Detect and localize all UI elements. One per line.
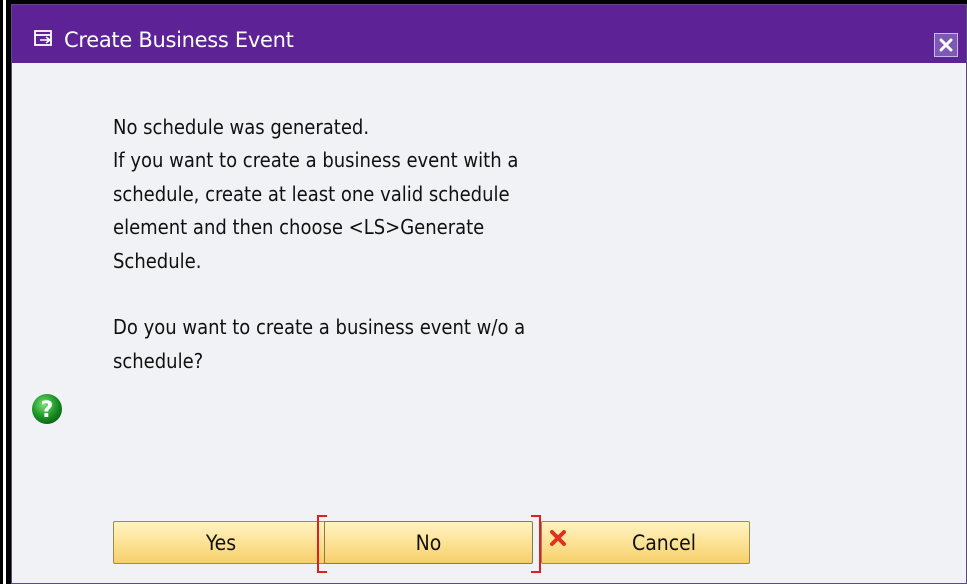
message-line: No schedule was generated. [113,115,370,139]
red-x-icon [549,528,567,546]
message-line: Schedule. [113,248,202,273]
create-business-event-dialog: Create Business Event No schedule was ge… [11,4,967,584]
message-line: schedule, create at least one valid sche… [113,181,510,206]
background-window-border [0,0,11,584]
dialog-window-icon [34,30,54,48]
no-button-label: No [415,530,442,555]
dialog-title: Create Business Event [64,28,294,52]
no-button[interactable]: No [324,521,533,564]
message-spacer [113,278,713,311]
question-icon: ? [31,393,63,425]
yes-button[interactable]: Yes [113,521,329,564]
question-line: Do you want to create a business event w… [113,315,526,340]
dialog-titlebar[interactable]: Create Business Event [12,5,966,63]
cancel-button-label: Cancel [632,530,697,555]
close-button[interactable] [934,33,958,57]
svg-text:?: ? [41,398,54,423]
yes-button-label: Yes [205,530,237,555]
question-line: schedule? [113,348,204,373]
message-line: element and then choose <LS>Generate [113,215,485,240]
message-text: No schedule was generated. If you want t… [113,111,713,378]
message-line: If you want to create a business event w… [113,148,519,173]
close-icon [939,38,953,52]
cancel-button[interactable]: Cancel [541,521,750,564]
